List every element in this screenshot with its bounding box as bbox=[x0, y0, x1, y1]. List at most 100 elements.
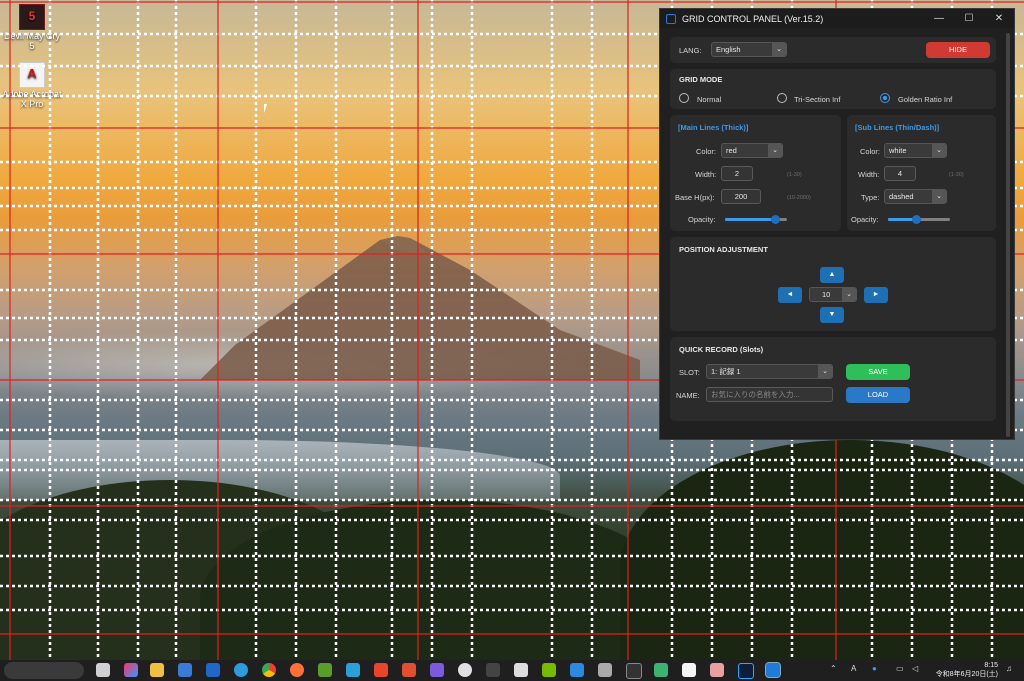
app-icon-cyan[interactable] bbox=[346, 663, 360, 677]
sub-width-hint: (1-30) bbox=[949, 172, 964, 178]
grid-panel-taskbar-icon[interactable] bbox=[765, 662, 781, 678]
main-lines-panel: [Main Lines (Thick)] Color: red ⌄ Width:… bbox=[670, 115, 841, 231]
radio-golden-ratio[interactable] bbox=[880, 93, 890, 103]
app-icon-diamond[interactable] bbox=[654, 663, 668, 677]
move-right-button[interactable]: ► bbox=[864, 287, 888, 303]
radio-golden-ratio-label: Golden Ratio Inf bbox=[898, 95, 953, 104]
sub-type-dropdown[interactable]: dashed ⌄ bbox=[884, 189, 947, 204]
app-icon-w[interactable] bbox=[682, 663, 696, 677]
mouse-cursor-icon bbox=[264, 104, 267, 113]
lang-dropdown[interactable]: English ⌄ bbox=[711, 42, 787, 57]
move-left-button[interactable]: ◄ bbox=[778, 287, 802, 303]
main-width-hint: (1-30) bbox=[787, 172, 802, 178]
terminal-icon[interactable] bbox=[626, 663, 642, 679]
notification-bell-icon[interactable]: ♫ bbox=[1006, 664, 1012, 673]
main-lines-title: [Main Lines (Thick)] bbox=[678, 123, 749, 132]
main-opacity-slider[interactable] bbox=[725, 215, 787, 224]
move-down-button[interactable]: ▼ bbox=[820, 307, 844, 323]
slot-label: SLOT: bbox=[679, 368, 700, 377]
network-icon[interactable]: ▭ bbox=[896, 664, 904, 673]
quick-record-panel: QUICK RECORD (Slots) SLOT: 1: 記録 1 ⌄ SAV… bbox=[670, 337, 996, 421]
step-dropdown[interactable]: 10 ⌄ bbox=[809, 287, 857, 302]
app-icon-notes[interactable] bbox=[570, 663, 584, 677]
step-value: 10 bbox=[822, 290, 831, 299]
cloud-icon[interactable]: ● bbox=[872, 664, 877, 673]
name-input[interactable]: お気に入りの名前を入力... bbox=[706, 387, 833, 402]
chevron-down-icon: ⌄ bbox=[768, 144, 782, 157]
file-explorer-icon[interactable] bbox=[150, 663, 164, 677]
slot-dropdown[interactable]: 1: 記録 1 ⌄ bbox=[706, 364, 833, 379]
lang-panel: LANG: English ⌄ HIDE bbox=[670, 37, 996, 63]
slider-fill bbox=[725, 218, 775, 221]
slider-knob[interactable] bbox=[770, 215, 780, 224]
maximize-button[interactable]: ☐ bbox=[954, 13, 984, 24]
app-icon-orange[interactable] bbox=[402, 663, 416, 677]
clock-date: 令和8年6月20日(土) bbox=[935, 671, 998, 678]
close-button[interactable]: ✕ bbox=[984, 13, 1014, 24]
sub-color-dropdown[interactable]: white ⌄ bbox=[884, 143, 947, 158]
app-icon-bot[interactable] bbox=[514, 663, 528, 677]
firefox-icon[interactable] bbox=[290, 663, 304, 677]
load-button[interactable]: LOAD bbox=[846, 387, 910, 403]
app-icon-green[interactable] bbox=[318, 663, 332, 677]
copilot-icon[interactable] bbox=[124, 663, 138, 677]
taskbar-clock[interactable]: 8:15 令和8年6月20日(土) bbox=[936, 661, 998, 679]
hide-button[interactable]: HIDE bbox=[926, 42, 990, 58]
sub-opacity-slider[interactable] bbox=[888, 215, 950, 224]
chevron-down-icon: ⌄ bbox=[932, 190, 946, 203]
app-icon-white[interactable] bbox=[458, 663, 472, 677]
photoshop-icon[interactable] bbox=[738, 663, 754, 679]
chevron-down-icon: ⌄ bbox=[932, 144, 946, 157]
outlook-icon[interactable] bbox=[206, 663, 220, 677]
volume-icon[interactable]: ◁ bbox=[912, 664, 918, 673]
main-color-dropdown[interactable]: red ⌄ bbox=[721, 143, 783, 158]
app-icon-purple[interactable] bbox=[430, 663, 444, 677]
grid-mode-title: GRID MODE bbox=[679, 75, 723, 84]
radio-normal[interactable] bbox=[679, 93, 689, 103]
quick-record-title: QUICK RECORD (Slots) bbox=[679, 345, 764, 354]
name-label: NAME: bbox=[676, 391, 700, 400]
chevron-down-icon: ⌄ bbox=[772, 43, 786, 56]
chevron-up-icon[interactable]: ⌃ bbox=[830, 664, 837, 673]
slot-value: 1: 記録 1 bbox=[711, 367, 741, 376]
scrollbar[interactable] bbox=[1006, 33, 1010, 437]
position-title: POSITION ADJUSTMENT bbox=[679, 245, 768, 254]
app-icon-red[interactable] bbox=[374, 663, 388, 677]
title-bar[interactable]: GRID CONTROL PANEL (Ver.15.2) — ☐ ✕ bbox=[660, 9, 1014, 28]
grid-mode-panel: GRID MODE Normal Tri-Section Inf Golden … bbox=[670, 69, 996, 109]
ime-indicator[interactable]: A bbox=[851, 664, 856, 673]
grid-control-panel-window: GRID CONTROL PANEL (Ver.15.2) — ☐ ✕ LANG… bbox=[659, 8, 1015, 440]
chevron-down-icon: ⌄ bbox=[818, 365, 832, 378]
store-icon[interactable] bbox=[178, 663, 192, 677]
radio-normal-label: Normal bbox=[697, 95, 722, 104]
radio-tri-section[interactable] bbox=[777, 93, 787, 103]
save-button[interactable]: SAVE bbox=[846, 364, 910, 380]
sub-width-input[interactable]: 4 bbox=[884, 166, 916, 181]
main-color-value: red bbox=[726, 146, 737, 155]
minimize-button[interactable]: — bbox=[924, 13, 954, 24]
main-base-input[interactable]: 200 bbox=[721, 189, 761, 204]
sub-opacity-label: Opacity: bbox=[851, 215, 879, 224]
main-base-label: Base H(px): bbox=[675, 193, 715, 202]
main-base-hint: (10-2000) bbox=[787, 195, 811, 201]
taskbar-search-box[interactable] bbox=[4, 662, 84, 679]
move-up-button[interactable]: ▲ bbox=[820, 267, 844, 283]
sub-width-label: Width: bbox=[858, 170, 880, 179]
lang-dropdown-value: English bbox=[716, 45, 741, 54]
slider-knob[interactable] bbox=[911, 215, 921, 224]
app-icon-pink[interactable] bbox=[710, 663, 724, 677]
main-color-label: Color: bbox=[696, 147, 717, 156]
lang-label: LANG: bbox=[679, 46, 702, 55]
sub-lines-panel: [Sub Lines (Thin/Dash)] Color: white ⌄ W… bbox=[847, 115, 996, 231]
edge-icon[interactable] bbox=[234, 663, 248, 677]
nvidia-icon[interactable] bbox=[542, 663, 556, 677]
sub-type-value: dashed bbox=[889, 192, 914, 201]
clock-time: 8:15 bbox=[984, 662, 998, 669]
task-view-icon[interactable] bbox=[96, 663, 110, 677]
main-width-input[interactable]: 2 bbox=[721, 166, 753, 181]
chrome-icon[interactable] bbox=[262, 663, 276, 677]
app-icon-infinity[interactable] bbox=[486, 663, 500, 677]
main-opacity-label: Opacity: bbox=[688, 215, 716, 224]
app-icon-grid[interactable] bbox=[598, 663, 612, 677]
sub-color-value: white bbox=[889, 146, 907, 155]
